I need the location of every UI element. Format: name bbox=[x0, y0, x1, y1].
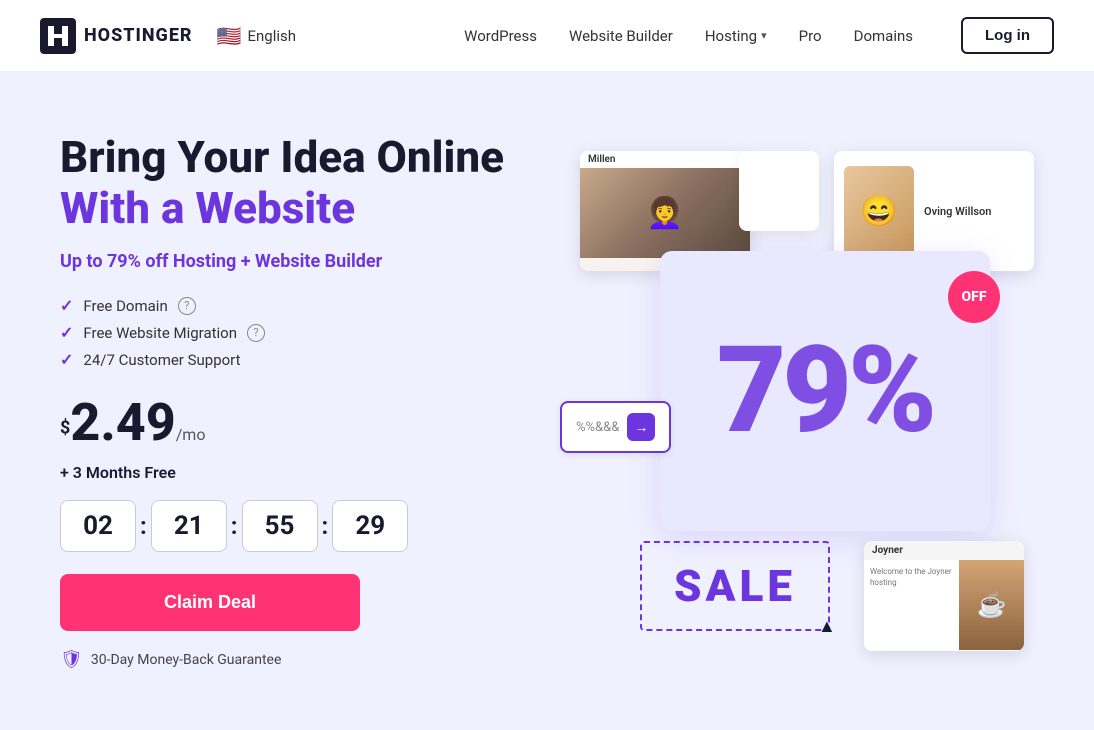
check-icon: ✓ bbox=[60, 296, 73, 315]
flag-icon: 🇺🇸 bbox=[217, 24, 242, 48]
shield-icon: 🛡 bbox=[60, 649, 83, 670]
claim-deal-button[interactable]: Claim Deal bbox=[60, 574, 360, 631]
off-badge: OFF bbox=[948, 271, 1000, 323]
nav-wordpress[interactable]: WordPress bbox=[464, 27, 537, 45]
oving-label: Oving Willson bbox=[924, 205, 991, 218]
hero-section: Bring Your Idea Online With a Website Up… bbox=[0, 72, 1094, 730]
guarantee-text: 🛡 30-Day Money-Back Guarantee bbox=[60, 649, 520, 670]
countdown-frames: 29 bbox=[332, 500, 408, 552]
countdown-minutes: 21 bbox=[151, 500, 227, 552]
login-button[interactable]: Log in bbox=[961, 17, 1054, 54]
hero-title-line1: Bring Your Idea Online bbox=[60, 132, 520, 183]
language-selector[interactable]: 🇺🇸 English bbox=[217, 24, 296, 48]
joyner-text: Welcome to the Joyner hosting bbox=[864, 560, 959, 650]
navbar: HOSTINGER 🇺🇸 English WordPress Website B… bbox=[0, 0, 1094, 72]
feature-migration: ✓ Free Website Migration ? bbox=[60, 323, 520, 342]
logo-text: HOSTINGER bbox=[84, 25, 193, 46]
sale-79-text: 79% bbox=[717, 331, 933, 451]
joyner-label: Joyner bbox=[864, 541, 1024, 560]
url-arrow-icon: → bbox=[627, 413, 655, 441]
check-icon-2: ✓ bbox=[60, 323, 73, 342]
logo[interactable]: HOSTINGER bbox=[40, 18, 193, 54]
sale-text-card: SALE bbox=[640, 541, 830, 631]
nav-links: WordPress Website Builder Hosting ▾ Pro … bbox=[464, 17, 1054, 54]
countdown-seconds: 55 bbox=[242, 500, 318, 552]
oving-photo: 😄 bbox=[844, 166, 914, 256]
nav-hosting[interactable]: Hosting ▾ bbox=[705, 27, 767, 45]
nav-domains[interactable]: Domains bbox=[854, 27, 913, 45]
help-icon-domain[interactable]: ? bbox=[178, 297, 196, 315]
feature-domain: ✓ Free Domain ? bbox=[60, 296, 520, 315]
sale-word: SALE bbox=[674, 560, 796, 612]
countdown-timer: 02 : 21 : 55 : 29 bbox=[60, 500, 520, 552]
price-main: 2.49 bbox=[70, 392, 175, 453]
nav-website-builder[interactable]: Website Builder bbox=[569, 27, 673, 45]
sale-main-card: 79% OFF bbox=[660, 251, 990, 531]
partial-card bbox=[739, 151, 819, 231]
millen-label: Millen bbox=[580, 151, 750, 168]
check-icon-3: ✓ bbox=[60, 350, 73, 369]
feature-support: ✓ 24/7 Customer Support bbox=[60, 350, 520, 369]
hero-right-collage: Millen 👩‍🦱 😄 Oving Willson 79% bbox=[560, 151, 1034, 651]
time-sep-3: : bbox=[322, 512, 329, 540]
price-block: $2.49/mo bbox=[60, 397, 520, 449]
url-text: %%&&& bbox=[576, 420, 619, 435]
price-bonus: + 3 Months Free bbox=[60, 463, 520, 482]
millen-photo: 👩‍🦱 bbox=[580, 168, 750, 258]
joyner-card: Joyner Welcome to the Joyner hosting ☕ bbox=[864, 541, 1024, 651]
price-per: /mo bbox=[176, 425, 206, 444]
time-sep-2: : bbox=[231, 512, 238, 540]
joyner-photo: ☕ bbox=[959, 560, 1024, 650]
cursor-arrow-icon: ▲ bbox=[818, 616, 836, 637]
help-icon-migration[interactable]: ? bbox=[247, 324, 265, 342]
hero-subtitle: Up to 79% off Hosting + Website Builder bbox=[60, 251, 520, 272]
chevron-down-icon: ▾ bbox=[761, 29, 767, 42]
price-dollar: $ bbox=[60, 418, 70, 439]
language-label: English bbox=[247, 27, 296, 45]
feature-list: ✓ Free Domain ? ✓ Free Website Migration… bbox=[60, 296, 520, 369]
time-sep-1: : bbox=[140, 512, 147, 540]
nav-pro[interactable]: Pro bbox=[799, 27, 822, 45]
hero-title-line2: With a Website bbox=[60, 183, 520, 234]
url-card: %%&&& → bbox=[560, 401, 671, 453]
hero-left: Bring Your Idea Online With a Website Up… bbox=[60, 132, 520, 670]
countdown-hours: 02 bbox=[60, 500, 136, 552]
